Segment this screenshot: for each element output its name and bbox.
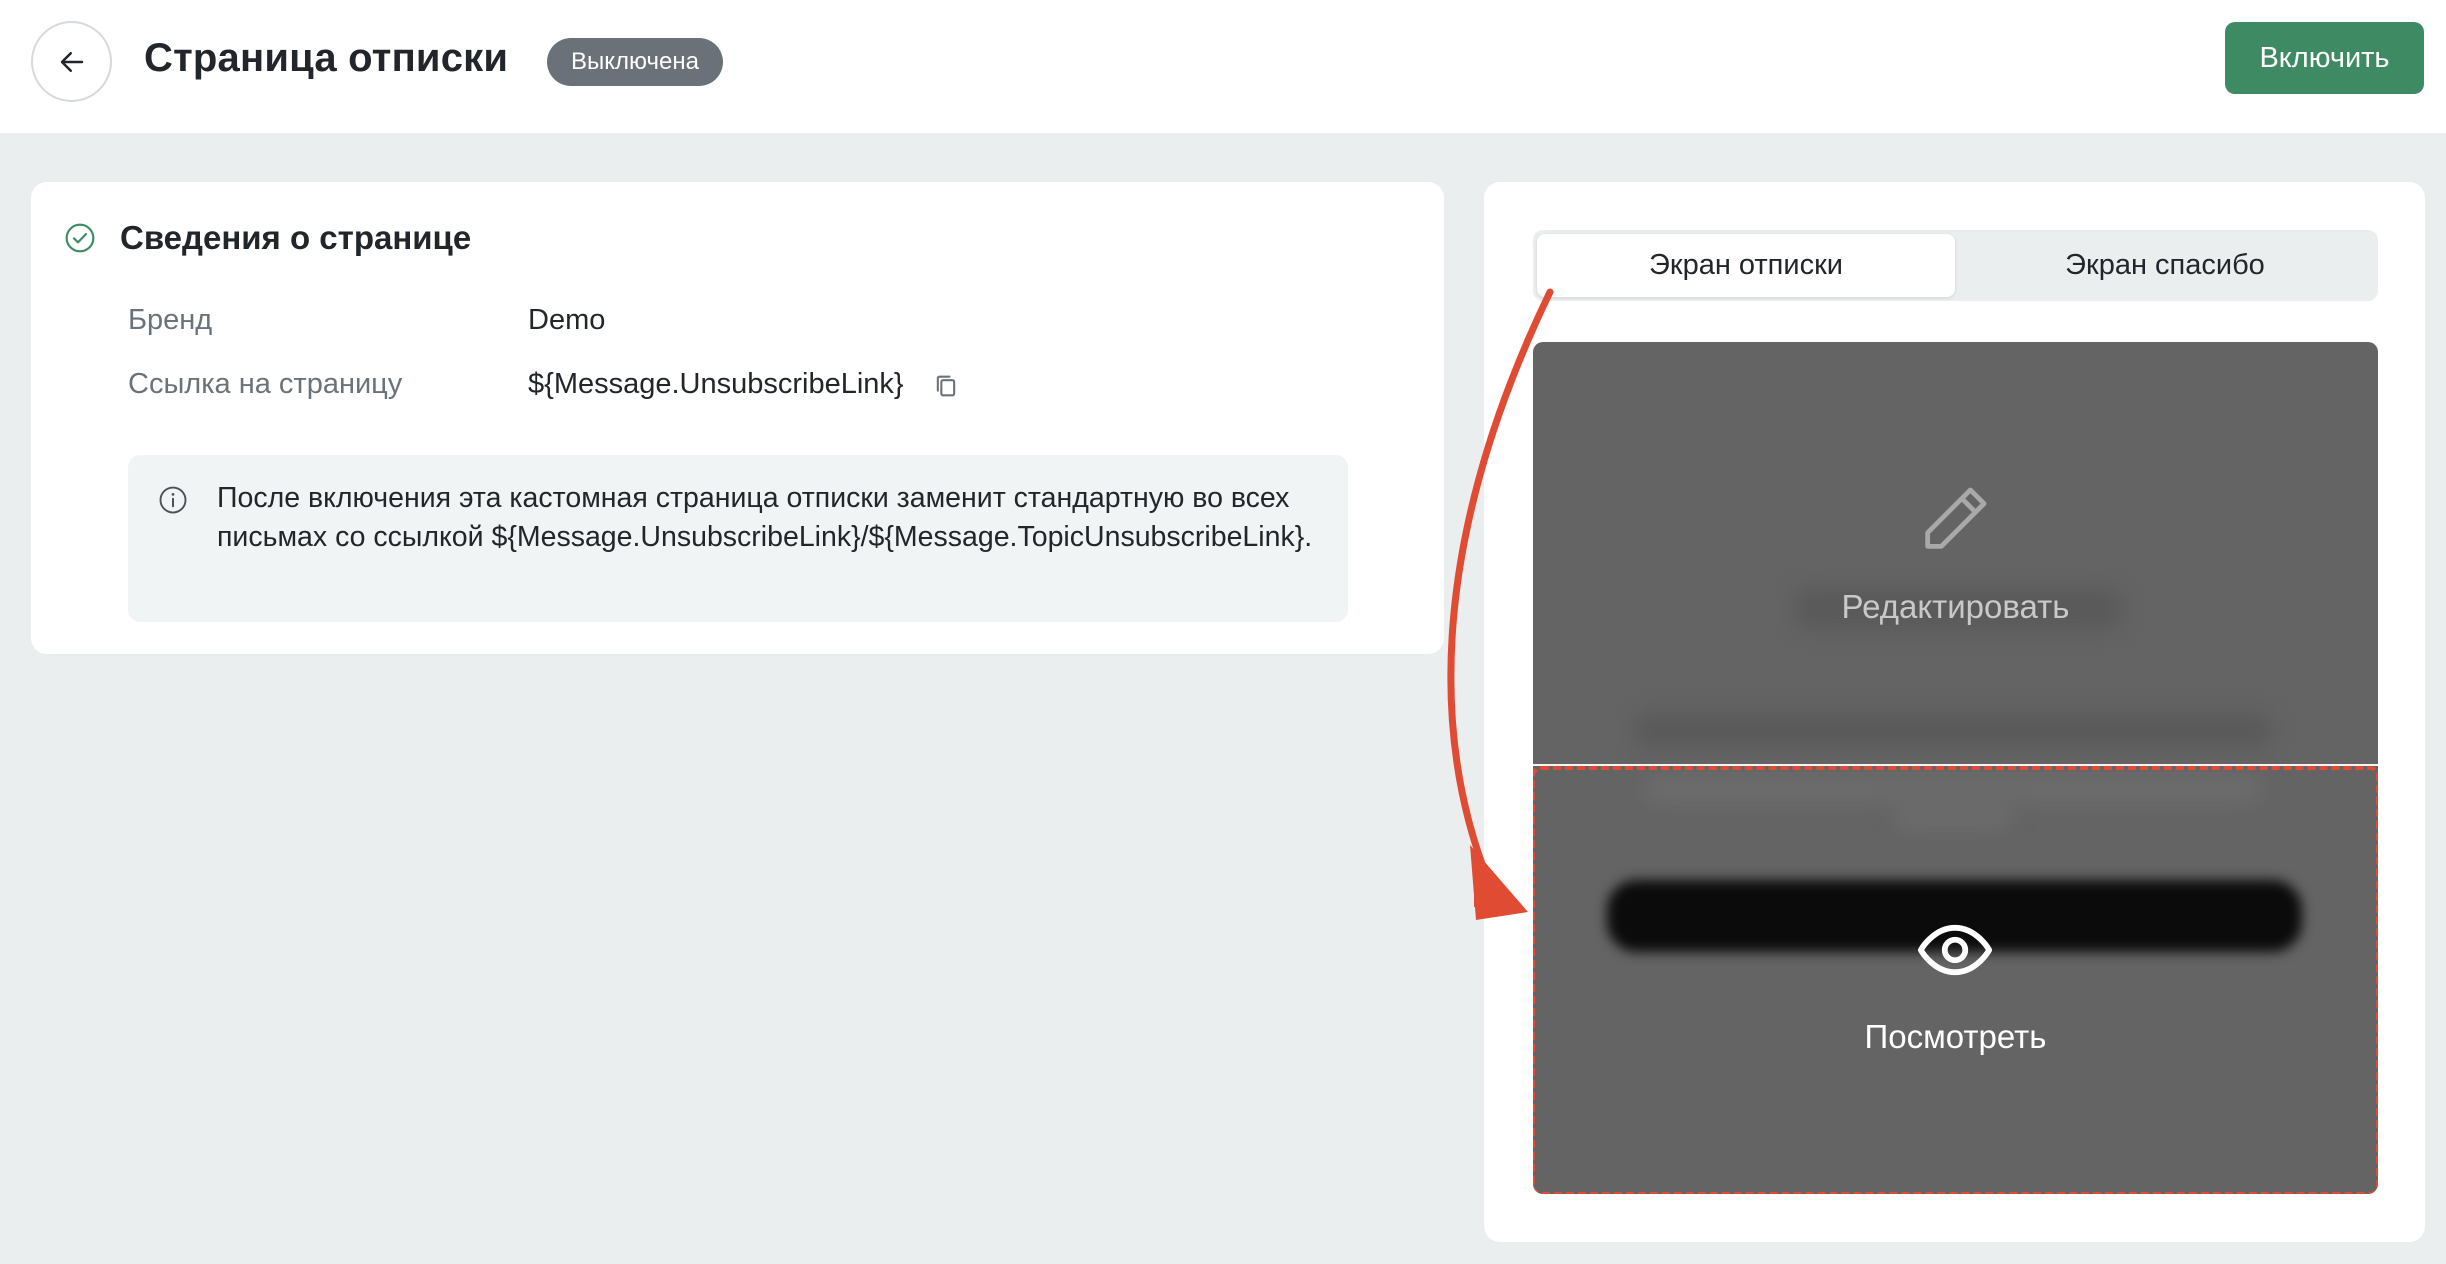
tab-thank-you-screen[interactable]: Экран спасибо [1956,234,2374,297]
link-label: Ссылка на страницу [128,368,403,400]
section-title: Сведения о странице [120,219,472,256]
page-title: Страница отписки [144,36,509,80]
tab-unsubscribe-screen[interactable]: Экран отписки [1537,234,1955,297]
info-icon [159,486,187,514]
brand-value: Demo [528,304,606,336]
brand-label: Бренд [128,304,213,336]
top-bar: Страница отписки Выключена Включить [0,0,2446,133]
arrow-left-icon [60,51,83,72]
preview-card: Экран отписки Экран спасибо Редактироват… [1484,182,2425,1242]
status-badge: Выключена [547,38,723,86]
pencil-icon [1925,487,1987,549]
preview-tabs: Экран отписки Экран спасибо [1533,230,2378,301]
back-button[interactable] [31,21,112,102]
edit-label: Редактировать [1841,588,2070,625]
edit-overlay[interactable]: Редактировать [1533,342,2378,764]
page-preview: Редактировать Посмотреть [1533,342,2378,1194]
view-label: Посмотреть [1864,1018,2047,1055]
link-value: ${Message.UnsubscribeLink} [528,368,904,400]
info-note: После включения эта кастомная страница о… [128,455,1348,622]
copy-icon[interactable] [932,372,960,400]
check-circle-icon [65,223,95,253]
enable-button[interactable]: Включить [2225,22,2424,94]
note-text: После включения эта кастомная страница о… [217,482,1313,553]
page-info-card: Сведения о странице Бренд Demo Ссылка на… [31,182,1444,654]
eye-icon [1917,924,1993,976]
